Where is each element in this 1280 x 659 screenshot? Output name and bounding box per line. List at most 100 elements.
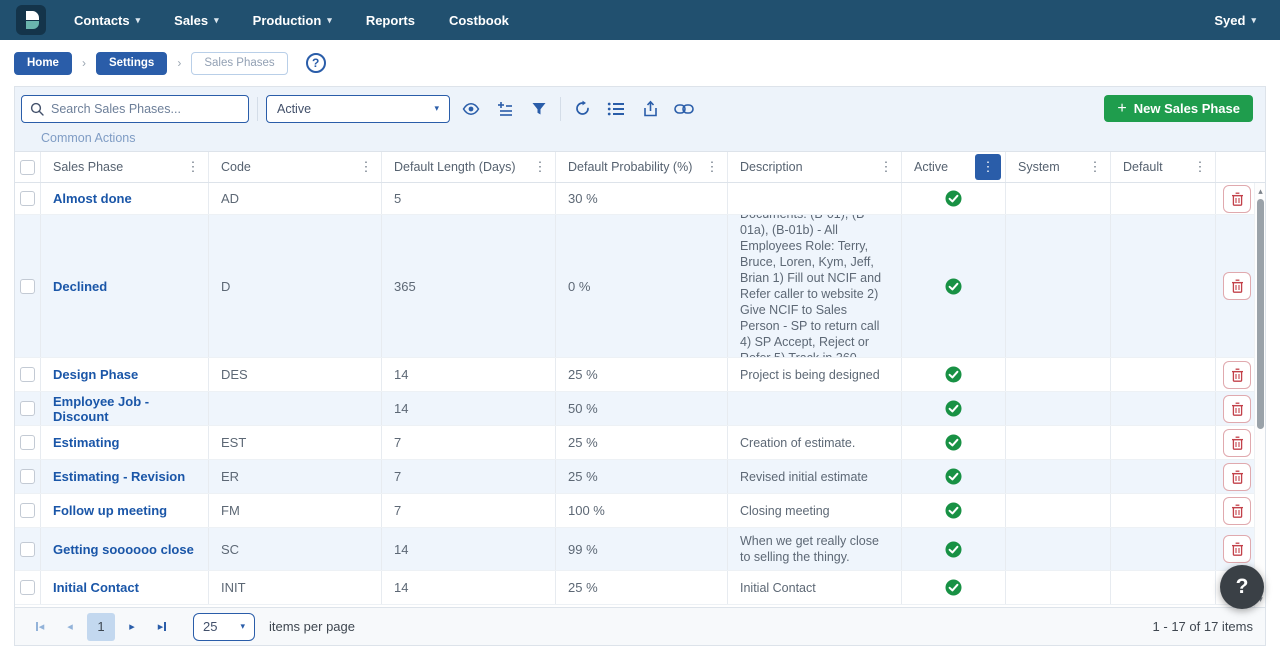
column-header-default-probability[interactable]: Default Probability (%) [568, 160, 692, 174]
column-menu-icon[interactable]: ⋮ [875, 156, 897, 178]
grid-toolbar: Active ▾ [15, 87, 1265, 125]
probability-cell: 25 % [556, 460, 728, 493]
common-actions-link[interactable]: Common Actions [41, 131, 135, 145]
first-page-button[interactable]: ◂ [27, 614, 53, 640]
row-checkbox[interactable] [20, 367, 35, 382]
sales-phase-link[interactable]: Estimating [53, 435, 119, 450]
row-checkbox[interactable] [20, 542, 35, 557]
page-size-dropdown[interactable]: 25 ▾ [193, 613, 255, 641]
table-row: Almost done AD 5 30 % [15, 183, 1265, 215]
user-menu[interactable]: Syed ▾ [1214, 13, 1256, 28]
probability-cell: 50 % [556, 392, 728, 425]
column-header-system[interactable]: System [1018, 160, 1060, 174]
sales-phase-link[interactable]: Almost done [53, 191, 132, 206]
delete-button[interactable] [1223, 463, 1251, 491]
top-navbar: Contacts ▾ Sales ▾ Production ▾ Reports … [0, 0, 1280, 40]
sales-phase-link[interactable]: Estimating - Revision [53, 469, 185, 484]
probability-cell: 25 % [556, 426, 728, 459]
last-page-button[interactable]: ▸ [149, 614, 175, 640]
next-page-button[interactable]: ▸ [119, 614, 145, 640]
system-cell [1006, 494, 1111, 527]
items-range-label: 1 - 17 of 17 items [1153, 619, 1253, 634]
insert-column-icon [496, 100, 514, 118]
column-menu-icon-active[interactable]: ⋮ [975, 154, 1001, 180]
nav-label: Reports [366, 13, 415, 28]
column-menu-icon[interactable]: ⋮ [529, 156, 551, 178]
column-header-active[interactable]: Active [914, 160, 948, 174]
default-cell [1111, 460, 1216, 493]
prev-page-button[interactable]: ◂ [57, 614, 83, 640]
nav-item-reports[interactable]: Reports [366, 13, 415, 28]
code-cell: EST [209, 426, 382, 459]
page-size-value: 25 [203, 619, 217, 634]
insert-column-button[interactable] [492, 96, 518, 122]
list-view-icon [607, 101, 625, 117]
column-header-code[interactable]: Code [221, 160, 251, 174]
scrollbar-thumb[interactable] [1257, 199, 1264, 429]
current-page[interactable]: 1 [87, 613, 115, 641]
breadcrumb-home[interactable]: Home [14, 52, 72, 75]
column-header-sales-phase[interactable]: Sales Phase [53, 160, 123, 174]
row-checkbox[interactable] [20, 279, 35, 294]
length-cell: 14 [382, 571, 556, 604]
row-checkbox[interactable] [20, 503, 35, 518]
column-header-description[interactable]: Description [740, 160, 803, 174]
export-button[interactable] [637, 96, 663, 122]
vertical-scrollbar[interactable]: ▴ ▾ [1254, 183, 1265, 607]
show-hide-columns-button[interactable] [458, 96, 484, 122]
nav-item-production[interactable]: Production ▾ [253, 13, 332, 28]
delete-button[interactable] [1223, 535, 1251, 563]
app-logo[interactable] [16, 5, 46, 35]
table-row: Employee Job - Discount 14 50 % [15, 392, 1265, 426]
select-all-checkbox[interactable] [20, 160, 35, 175]
column-menu-icon[interactable]: ⋮ [1189, 156, 1211, 178]
breadcrumb-settings[interactable]: Settings [96, 52, 167, 75]
sales-phase-link[interactable]: Getting soooooo close [53, 542, 194, 557]
sales-phase-link[interactable]: Initial Contact [53, 580, 139, 595]
search-input[interactable] [51, 102, 240, 116]
row-checkbox[interactable] [20, 580, 35, 595]
list-view-button[interactable] [603, 96, 629, 122]
scroll-up-icon[interactable]: ▴ [1255, 185, 1265, 197]
column-menu-icon[interactable]: ⋮ [355, 156, 377, 178]
copy-link-button[interactable] [671, 96, 697, 122]
column-menu-icon[interactable]: ⋮ [182, 156, 204, 178]
delete-button[interactable] [1223, 395, 1251, 423]
active-check-icon [945, 579, 962, 596]
column-header-default-length[interactable]: Default Length (Days) [394, 160, 516, 174]
nav-item-sales[interactable]: Sales ▾ [174, 13, 219, 28]
column-header-default[interactable]: Default [1123, 160, 1163, 174]
help-fab-button[interactable]: ? [1220, 565, 1264, 609]
sales-phase-link[interactable]: Employee Job - Discount [53, 394, 196, 424]
chevron-down-icon: ▾ [214, 15, 219, 26]
filter-button[interactable] [526, 96, 552, 122]
sales-phase-link[interactable]: Declined [53, 279, 107, 294]
column-menu-icon[interactable]: ⋮ [701, 156, 723, 178]
delete-button[interactable] [1223, 361, 1251, 389]
sales-phase-link[interactable]: Follow up meeting [53, 503, 167, 518]
nav-item-contacts[interactable]: Contacts ▾ [74, 13, 140, 28]
description-cell: Project is being designed [728, 358, 902, 391]
nav-item-costbook[interactable]: Costbook [449, 13, 509, 28]
row-checkbox[interactable] [20, 191, 35, 206]
new-sales-phase-button[interactable]: + New Sales Phase [1104, 95, 1253, 122]
status-filter-dropdown[interactable]: Active ▾ [266, 95, 450, 123]
column-menu-icon[interactable]: ⋮ [1084, 156, 1106, 178]
row-checkbox[interactable] [20, 435, 35, 450]
row-checkbox[interactable] [20, 401, 35, 416]
help-icon[interactable]: ? [306, 53, 326, 73]
delete-button[interactable] [1223, 429, 1251, 457]
code-cell: INIT [209, 571, 382, 604]
refresh-button[interactable] [569, 96, 595, 122]
toolbar-divider [257, 97, 258, 121]
delete-button[interactable] [1223, 272, 1251, 300]
chevron-down-icon: ▾ [1251, 15, 1256, 26]
row-checkbox[interactable] [20, 469, 35, 484]
delete-button[interactable] [1223, 185, 1251, 213]
active-check-icon [945, 468, 962, 485]
default-cell [1111, 183, 1216, 214]
sales-phase-link[interactable]: Design Phase [53, 367, 138, 382]
delete-button[interactable] [1223, 497, 1251, 525]
search-box [21, 95, 249, 123]
table-body: Almost done AD 5 30 % Declined D 365 0 %… [15, 183, 1265, 607]
